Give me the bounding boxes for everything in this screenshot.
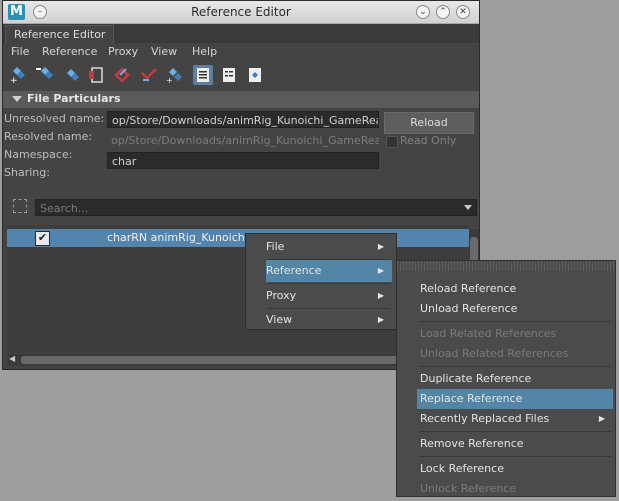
menu-separator	[419, 456, 611, 457]
menu-separator	[419, 431, 611, 432]
context-menu: File ▶ Reference ▶ Proxy ▶ View ▶	[245, 233, 397, 330]
submenu-arrow-icon: ▶	[598, 414, 605, 423]
menu-reference[interactable]: Reference	[42, 45, 97, 58]
load-reference-icon[interactable]: +	[9, 65, 29, 85]
read-only-label: Read Only	[400, 134, 457, 147]
tab-strip: Reference Editor	[3, 24, 479, 44]
tear-off-handle[interactable]	[397, 261, 615, 271]
title-bar[interactable]: M – Reference Editor ⌄ ⌃ ✕	[3, 1, 479, 24]
read-only-checkbox[interactable]	[386, 136, 398, 148]
svg-text:+: +	[10, 76, 18, 85]
section-title: File Particulars	[27, 92, 121, 105]
scroll-left-icon[interactable]: ◀	[9, 354, 15, 363]
submenu-arrow-icon: ▶	[377, 291, 384, 300]
remove-edits-icon[interactable]	[139, 65, 159, 85]
list-view-icon[interactable]	[193, 65, 213, 85]
list-item[interactable]: ✔ charRN animRig_Kunoichi_GameReady	[7, 229, 469, 247]
filter-icon[interactable]	[13, 199, 27, 213]
menu-separator	[419, 321, 611, 322]
submenu-arrow-icon: ▶	[377, 266, 384, 275]
tab-reference-editor[interactable]: Reference Editor	[5, 25, 115, 44]
close-button[interactable]: ✕	[456, 5, 470, 19]
menu-bar: File Reference Proxy View Help	[3, 44, 479, 60]
select-file-icon[interactable]	[87, 65, 107, 85]
reference-submenu: Reload Reference Unload Reference Load R…	[396, 260, 616, 497]
unresolved-name-field[interactable]: op/Store/Downloads/animRig_Kunoichi_Game…	[107, 111, 379, 128]
unresolved-name-label: Unresolved name:	[4, 112, 105, 125]
details-view-icon[interactable]	[219, 65, 239, 85]
maximize-button[interactable]: ⌃	[436, 5, 450, 19]
context-menu-file[interactable]: File ▶	[266, 236, 392, 258]
unload-reference-icon[interactable]	[35, 65, 55, 85]
search-input[interactable]: Search...	[35, 199, 477, 216]
menu-file[interactable]: File	[11, 45, 29, 58]
menu-separator	[268, 283, 390, 284]
menu-item-replace-reference[interactable]: Replace Reference	[417, 389, 613, 409]
namespace-label: Namespace:	[4, 148, 73, 161]
duplicate-reference-icon[interactable]: +	[165, 65, 185, 85]
menu-item-unload-reference[interactable]: Unload Reference	[417, 299, 613, 319]
menu-item-duplicate-reference[interactable]: Duplicate Reference	[417, 369, 613, 389]
list-edits-icon[interactable]	[113, 65, 133, 85]
submenu-arrow-icon: ▶	[377, 242, 384, 251]
context-menu-view[interactable]: View ▶	[266, 309, 392, 331]
namespace-field[interactable]: char	[107, 152, 379, 169]
menu-item-unlock-reference: Unlock Reference	[420, 482, 517, 495]
reference-load-checkbox[interactable]: ✔	[35, 231, 50, 246]
submenu-arrow-icon: ▶	[377, 315, 384, 324]
menu-item-lock-reference[interactable]: Lock Reference	[417, 459, 613, 479]
toolbar: + +	[3, 61, 479, 89]
horizontal-scroll-thumb[interactable]	[21, 356, 461, 364]
reload-reference-icon[interactable]	[61, 65, 81, 85]
svg-text:+: +	[166, 76, 173, 85]
minimize-button[interactable]: ⌄	[416, 5, 430, 19]
window-title: Reference Editor	[191, 5, 291, 19]
reload-button[interactable]: Reload	[384, 112, 474, 134]
menu-item-load-related-references: Load Related References	[420, 327, 557, 340]
menu-item-reload-reference[interactable]: Reload Reference	[417, 279, 613, 299]
menu-help[interactable]: Help	[192, 45, 217, 58]
menu-proxy[interactable]: Proxy	[108, 45, 138, 58]
search-dropdown-icon[interactable]	[464, 205, 472, 210]
context-menu-proxy[interactable]: Proxy ▶	[266, 285, 392, 307]
context-menu-reference[interactable]: Reference ▶	[266, 260, 392, 282]
menu-item-recently-replaced-files[interactable]: Recently Replaced Files ▶	[417, 409, 613, 429]
menu-item-remove-reference[interactable]: Remove Reference	[417, 434, 613, 454]
resolved-name-field: op/Store/Downloads/animRig_Kunoichi_Game…	[111, 134, 379, 147]
sharing-label: Sharing:	[4, 166, 50, 179]
resolved-name-label: Resolved name:	[4, 130, 93, 143]
file-particulars-header[interactable]: File Particulars	[3, 91, 479, 108]
menu-separator	[419, 366, 611, 367]
collapse-arrow-icon[interactable]	[12, 96, 22, 102]
menu-view[interactable]: View	[151, 45, 177, 58]
object-view-icon[interactable]	[245, 65, 265, 85]
menu-item-unload-related-references: Unload Related References	[420, 347, 569, 360]
